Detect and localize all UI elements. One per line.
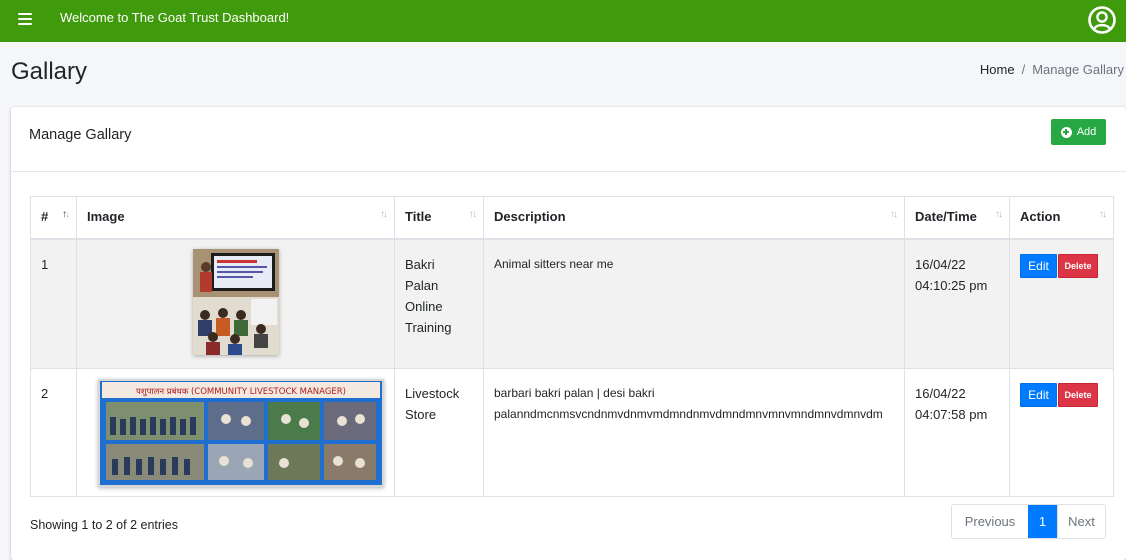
- breadcrumb-home-link[interactable]: Home: [980, 62, 1015, 77]
- add-button-label: Add: [1076, 126, 1097, 138]
- image-banner-text: पशुपालन प्रबंधक (COMMUNITY LIVESTOCK MAN…: [136, 386, 346, 397]
- add-button[interactable]: Add: [1051, 119, 1106, 145]
- gallery-thumbnail-livestock[interactable]: पशुपालन प्रबंधक (COMMUNITY LIVESTOCK MAN…: [98, 379, 384, 487]
- table-row: 1 Bakri Palan Online Training Animal sit…: [30, 238, 1114, 369]
- sort-icon: ↑↓: [995, 209, 1003, 220]
- datetime-cell: 16/04/22 04:07:58 pm: [904, 368, 1010, 497]
- table-info: Showing 1 to 2 of 2 entries: [30, 518, 179, 532]
- delete-button[interactable]: Delete: [1058, 383, 1098, 407]
- sort-icon: ↑↓: [380, 209, 388, 220]
- page-1-button[interactable]: 1: [1028, 505, 1057, 538]
- user-circle-icon[interactable]: [1087, 5, 1117, 35]
- edit-button[interactable]: Edit: [1020, 383, 1057, 407]
- title-line: Bakri: [405, 256, 435, 272]
- sort-icon: ↑↓: [62, 209, 70, 220]
- row-number: 1: [30, 238, 77, 369]
- description-cell: barbari bakri palan | desi bakri palannd…: [483, 368, 905, 497]
- gallery-table: # ↑↓ Image ↑↓ Title ↑↓ Description ↑↓ Date/T…: [30, 196, 1114, 497]
- sort-icon: ↑↓: [469, 209, 477, 220]
- time-text: 04:10:25 pm: [915, 277, 988, 293]
- column-header-title[interactable]: Title ↑↓: [394, 196, 484, 240]
- next-page-button[interactable]: Next: [1057, 505, 1105, 538]
- description-line: palanndmcnmsvcndnmvdnmvmdmndnmvdmndmnvmn…: [494, 407, 883, 421]
- datetime-cell: 16/04/22 04:10:25 pm: [904, 238, 1010, 369]
- column-header-description[interactable]: Description ↑↓: [483, 196, 905, 240]
- delete-button[interactable]: Delete: [1058, 253, 1098, 278]
- image-cell: पशुपालन प्रबंधक (COMMUNITY LIVESTOCK MAN…: [76, 368, 395, 497]
- title-line: Online: [405, 298, 443, 314]
- breadcrumb-separator: /: [1021, 62, 1026, 77]
- pagination: Previous 1 Next: [951, 504, 1106, 539]
- image-cell: [76, 238, 395, 369]
- card-title: Manage Gallary: [29, 127, 132, 143]
- column-header-action[interactable]: Action ↑↓: [1009, 196, 1114, 240]
- breadcrumb: Home / Manage Gallary: [980, 62, 1124, 77]
- action-cell: Edit Delete: [1009, 238, 1114, 369]
- date-text: 16/04/22: [915, 386, 966, 401]
- gallery-thumbnail-training[interactable]: [192, 248, 279, 355]
- action-cell: Edit Delete: [1009, 368, 1114, 497]
- sort-icon: ↑↓: [1099, 209, 1107, 220]
- plus-circle-icon: [1060, 126, 1072, 138]
- title-line: Livestock: [405, 386, 460, 401]
- table-row: 2 पशुपालन प्रबंधक (COMMUNITY LIVESTOCK M…: [30, 368, 1114, 497]
- date-text: 16/04/22: [915, 256, 966, 272]
- description-cell: Animal sitters near me: [483, 238, 905, 369]
- title-line: Training: [405, 319, 452, 335]
- top-navbar: Welcome to The Goat Trust Dashboard!: [0, 0, 1126, 42]
- description-line: barbari bakri palan | desi bakri: [494, 386, 655, 400]
- column-header-number[interactable]: # ↑↓: [30, 196, 77, 240]
- title-cell: Livestock Store: [394, 368, 484, 497]
- hamburger-icon[interactable]: [18, 13, 32, 25]
- edit-button[interactable]: Edit: [1020, 253, 1057, 278]
- column-header-datetime[interactable]: Date/Time ↑↓: [904, 196, 1010, 240]
- title-cell: Bakri Palan Online Training: [394, 238, 484, 369]
- previous-page-button[interactable]: Previous: [952, 505, 1028, 538]
- sort-icon: ↑↓: [890, 209, 898, 220]
- row-number: 2: [30, 368, 77, 497]
- breadcrumb-current: Manage Gallary: [1032, 62, 1124, 77]
- welcome-text: Welcome to The Goat Trust Dashboard!: [60, 10, 290, 25]
- card-header: Manage Gallary Add: [11, 107, 1126, 172]
- title-line: Palan: [405, 277, 439, 293]
- time-text: 04:07:58 pm: [915, 407, 988, 422]
- column-header-image[interactable]: Image ↑↓: [76, 196, 395, 240]
- table-header-row: # ↑↓ Image ↑↓ Title ↑↓ Description ↑↓ Date/T…: [30, 196, 1114, 240]
- gallery-card: Manage Gallary Add # ↑↓ Image ↑↓ Title ↑↓ D…: [11, 107, 1126, 560]
- title-line: Store: [405, 407, 437, 422]
- page-title: Gallary: [11, 58, 88, 85]
